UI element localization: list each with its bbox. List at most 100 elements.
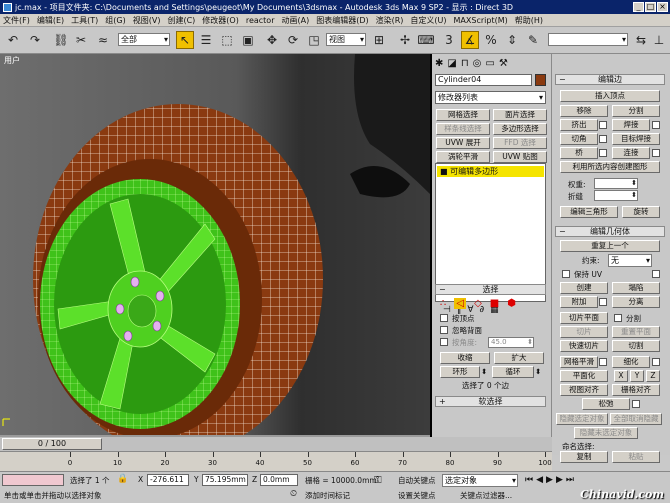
mirror-icon[interactable]: ⇆ (632, 31, 650, 49)
time-slider[interactable]: 0 / 100 (0, 437, 552, 451)
attach-settings-button[interactable] (599, 298, 607, 306)
edit-edges-header[interactable]: − 编辑边 (555, 74, 665, 85)
percent-snap-icon[interactable]: % (482, 31, 500, 49)
tessellate-settings-button[interactable] (652, 358, 660, 366)
border-subobject-icon[interactable]: ◇ (474, 298, 482, 309)
copy-button[interactable]: 复制 (560, 451, 608, 463)
target-weld-button[interactable]: 目标焊接 (612, 133, 660, 145)
grow-button[interactable]: 扩大 (494, 352, 544, 364)
next-frame-icon[interactable]: ▶ (556, 475, 563, 485)
make-planar-button[interactable]: 平面化 (560, 370, 608, 382)
expand-icon[interactable]: ■ (440, 167, 450, 176)
extrude-button[interactable]: 挤出 (560, 119, 598, 131)
preserve-uvs-settings-button[interactable] (652, 270, 660, 278)
goto-end-icon[interactable]: ⏭ (566, 475, 574, 485)
add-time-tag-label[interactable]: 添加时间标记 (305, 490, 350, 501)
connect-button[interactable]: 连接 (612, 147, 650, 159)
reset-plane-button[interactable]: 重置平面 (612, 326, 660, 338)
move-icon[interactable]: ✥ (263, 31, 281, 49)
display-tab-icon[interactable]: ▭ (485, 58, 494, 69)
stack-item-editable-poly[interactable]: ■ 可编辑多边形 (437, 166, 544, 177)
prev-frame-icon[interactable]: ◀ (536, 475, 543, 485)
create-button[interactable]: 创建 (560, 282, 608, 294)
connect-settings-button[interactable] (652, 149, 660, 157)
hide-unselected-button[interactable]: 隐藏未选定对象 (574, 427, 638, 439)
loop-spinner-icon[interactable]: ⬍ (535, 367, 541, 376)
uvw-map-button[interactable]: UVW 贴图 (493, 151, 547, 163)
goto-start-icon[interactable]: ⏮ (525, 475, 533, 485)
create-shape-button[interactable]: 利用所选内容创建图形 (560, 161, 660, 173)
ring-spinner-icon[interactable]: ⬍ (481, 367, 487, 376)
loop-button[interactable]: 循环 (492, 366, 534, 378)
menu-help[interactable]: 帮助(H) (515, 15, 543, 26)
by-vertex-checkbox[interactable] (440, 314, 448, 322)
cut-button[interactable]: 切割 (612, 340, 660, 352)
crease-spinner[interactable] (594, 190, 638, 201)
patch-select-button[interactable]: 面片选择 (493, 109, 547, 121)
motion-tab-icon[interactable]: ◎ (473, 58, 482, 69)
element-subobject-icon[interactable]: ⬢ (507, 298, 516, 309)
poly-select-button[interactable]: 多边形选择 (493, 123, 547, 135)
repeat-last-button[interactable]: 重复上一个 (560, 240, 660, 252)
turbosmooth-button[interactable]: 涡轮平滑 (436, 151, 490, 163)
z-coordinate-field[interactable]: 0.0mm (260, 474, 298, 486)
menu-file[interactable]: 文件(F) (3, 15, 30, 26)
bind-spacewarp-icon[interactable]: ≈ (94, 31, 112, 49)
planar-y-button[interactable]: Y (630, 370, 644, 382)
menu-tools[interactable]: 工具(T) (71, 15, 98, 26)
paste-button[interactable]: 粘贴 (612, 451, 660, 463)
track-bar[interactable]: 0 10 20 30 40 50 60 70 80 90 100 (0, 451, 552, 471)
menu-views[interactable]: 视图(V) (133, 15, 161, 26)
key-icon[interactable]: ⚿ (374, 475, 382, 486)
minimize-button[interactable]: _ (633, 2, 644, 12)
hierarchy-tab-icon[interactable]: ⊓ (461, 58, 469, 69)
collapse-button[interactable]: 塌陷 (612, 282, 660, 294)
remove-button[interactable]: 移除 (560, 105, 608, 117)
menu-group[interactable]: 组(G) (105, 15, 125, 26)
view-align-button[interactable]: 视图对齐 (560, 384, 608, 396)
by-angle-checkbox[interactable] (440, 338, 448, 346)
object-name-field[interactable]: Cylinder04 (435, 74, 532, 86)
weld-button[interactable]: 焊接 (612, 119, 650, 131)
quickslice-button[interactable]: 快速切片 (560, 340, 608, 352)
bridge-button[interactable]: 桥 (560, 147, 598, 159)
edit-geometry-header[interactable]: − 编辑几何体 (555, 226, 665, 237)
detach-button[interactable]: 分离 (612, 296, 660, 308)
selected-dropdown[interactable]: 选定对象 (442, 474, 518, 487)
turn-button[interactable]: 旋转 (622, 206, 660, 218)
time-slider-thumb[interactable]: 0 / 100 (2, 438, 102, 450)
weight-spinner[interactable] (594, 178, 638, 189)
pivot-center-icon[interactable]: ⊞ (370, 31, 388, 49)
meshsmooth-button[interactable]: 网格平滑 (560, 356, 598, 368)
rect-selection-icon[interactable]: ⬚ (218, 31, 236, 49)
menu-edit[interactable]: 编辑(E) (37, 15, 64, 26)
tessellate-button[interactable]: 细化 (612, 356, 650, 368)
perspective-viewport[interactable]: 用户 (0, 54, 430, 437)
y-coordinate-field[interactable]: 75.195mm (202, 474, 248, 486)
menu-rendering[interactable]: 渲染(R) (376, 15, 404, 26)
unlink-icon[interactable]: ✂ (72, 31, 90, 49)
insert-vertex-button[interactable]: 插入顶点 (560, 90, 660, 102)
spinner-snap-icon[interactable]: ⇕ (503, 31, 521, 49)
create-tab-icon[interactable]: ✱ (435, 58, 443, 69)
x-coordinate-field[interactable]: -276.611 (147, 474, 189, 486)
angle-snap-icon[interactable]: ∡ (461, 31, 479, 49)
modify-tab-icon[interactable]: ◪ (447, 58, 456, 69)
shrink-button[interactable]: 收缩 (440, 352, 490, 364)
split-edge-button[interactable]: 分割 (612, 105, 660, 117)
undo-icon[interactable]: ↶ (4, 31, 22, 49)
select-object-icon[interactable]: ↖ (176, 31, 194, 49)
spline-select-button[interactable]: 样条线选择 (436, 123, 490, 135)
uvw-unwrap-button[interactable]: UVW 展开 (436, 137, 490, 149)
slice-plane-button[interactable]: 切片平面 (560, 312, 608, 324)
utilities-tab-icon[interactable]: ⚒ (499, 58, 508, 69)
lock-selection-icon[interactable]: 🔒 (117, 474, 128, 484)
select-manipulate-icon[interactable]: ✢ (396, 31, 414, 49)
menu-reactor[interactable]: reactor (246, 16, 275, 25)
chamfer-button[interactable]: 切角 (560, 133, 598, 145)
weld-settings-button[interactable] (652, 121, 660, 129)
menu-create[interactable]: 创建(C) (167, 15, 195, 26)
selection-rollout-header[interactable]: − 选择 (435, 284, 546, 295)
play-icon[interactable]: ▶ (546, 475, 553, 485)
planar-x-button[interactable]: X (614, 370, 628, 382)
